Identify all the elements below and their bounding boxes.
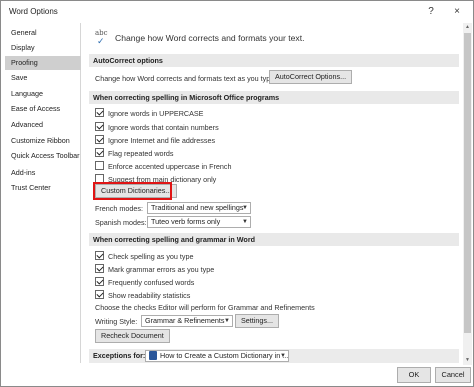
chevron-down-icon: ▼ [280, 353, 286, 359]
section-autocorrect: AutoCorrect options [89, 54, 459, 67]
sidebar-item-ease-of-access[interactable]: Ease of Access [5, 102, 81, 116]
writing-style-label: Writing Style: [95, 317, 138, 326]
checkbox-enforce-accented-uppercase[interactable] [95, 161, 104, 170]
close-button[interactable]: × [447, 4, 467, 20]
checkbox-label: Enforce accented uppercase in French [108, 162, 232, 171]
autocorrect-options-button[interactable]: AutoCorrect Options... [269, 70, 353, 84]
title-bar: Word Options ? × [1, 1, 473, 23]
scrollbar-thumb[interactable] [464, 33, 471, 333]
highlight-box [93, 182, 172, 200]
checkbox-label: Ignore Internet and file addresses [108, 136, 216, 145]
sidebar-item-language[interactable]: Language [5, 87, 81, 101]
window-title: Word Options [9, 7, 58, 16]
word-document-icon [149, 351, 157, 360]
checkbox-label: Mark grammar errors as you type [108, 265, 215, 274]
french-modes-dropdown[interactable]: Traditional and new spellings ▼ [147, 202, 251, 214]
scroll-down-arrow-icon[interactable]: ▼ [463, 356, 472, 365]
checkbox-ignore-uppercase[interactable] [95, 108, 104, 117]
writing-style-value: Grammar & Refinements [145, 316, 225, 325]
chevron-down-icon: ▼ [242, 205, 248, 211]
sidebar-item-proofing[interactable]: Proofing [5, 56, 81, 70]
settings-button[interactable]: Settings... [235, 314, 279, 328]
french-modes-label: French modes: [95, 204, 143, 213]
sidebar-item-customize-ribbon[interactable]: Customize Ribbon [5, 134, 81, 148]
spanish-modes-label: Spanish modes: [95, 218, 147, 227]
section-word-spelling: When correcting spelling and grammar in … [89, 233, 459, 246]
checkbox-readability-statistics[interactable] [95, 290, 104, 299]
checkbox-ignore-internet-addresses[interactable] [95, 135, 104, 144]
checkbox-mark-grammar-errors[interactable] [95, 264, 104, 273]
editor-description: Choose the checks Editor will perform fo… [95, 303, 315, 312]
chevron-down-icon: ▼ [224, 318, 230, 324]
checkbox-frequently-confused-words[interactable] [95, 277, 104, 286]
proofing-panel: abc ✓ Change how Word corrects and forma… [85, 23, 461, 365]
checkbox-ignore-numbers[interactable] [95, 122, 104, 131]
help-button[interactable]: ? [421, 4, 441, 20]
vertical-scrollbar[interactable]: ▲ ▼ [463, 23, 472, 365]
section-office-spelling: When correcting spelling in Microsoft Of… [89, 91, 459, 104]
sidebar-item-advanced[interactable]: Advanced [5, 118, 81, 132]
checkbox-label: Show readability statistics [108, 291, 191, 300]
chevron-down-icon: ▼ [242, 219, 248, 225]
sidebar-item-display[interactable]: Display [5, 41, 81, 55]
sidebar-item-add-ins[interactable]: Add-ins [5, 166, 81, 180]
checkbox-label: Ignore words in UPPERCASE [108, 109, 204, 118]
checkbox-label: Check spelling as you type [108, 252, 194, 261]
sidebar-item-general[interactable]: General [5, 26, 81, 40]
checkbox-check-spelling[interactable] [95, 251, 104, 260]
checkbox-flag-repeated-words[interactable] [95, 148, 104, 157]
page-header: Change how Word corrects and formats you… [115, 33, 305, 43]
autocorrect-description: Change how Word corrects and formats tex… [95, 74, 277, 83]
checkbox-label: Flag repeated words [108, 149, 174, 158]
recheck-document-button[interactable]: Recheck Document [95, 329, 170, 343]
exceptions-document-value: How to Create a Custom Dictionary in ... [160, 351, 289, 360]
sidebar-item-trust-center[interactable]: Trust Center [5, 181, 81, 195]
exceptions-label: Exceptions for: [93, 351, 146, 360]
sidebar-item-quick-access-toolbar[interactable]: Quick Access Toolbar [5, 149, 81, 163]
scroll-up-arrow-icon[interactable]: ▲ [463, 23, 472, 32]
spanish-modes-value: Tuteo verb forms only [151, 217, 221, 226]
word-options-dialog: Word Options ? × General Display Proofin… [0, 0, 474, 387]
french-modes-value: Traditional and new spellings [151, 203, 244, 212]
sidebar: General Display Proofing Save Language E… [5, 23, 81, 363]
spanish-modes-dropdown[interactable]: Tuteo verb forms only ▼ [147, 216, 251, 228]
exceptions-dropdown[interactable]: How to Create a Custom Dictionary in ...… [145, 350, 289, 362]
ok-button[interactable]: OK [397, 367, 431, 383]
checkbox-label: Frequently confused words [108, 278, 195, 287]
checkmark-icon: ✓ [97, 36, 105, 46]
cancel-button[interactable]: Cancel [435, 367, 471, 383]
writing-style-dropdown[interactable]: Grammar & Refinements ▼ [141, 315, 233, 327]
checkbox-label: Ignore words that contain numbers [108, 123, 219, 132]
sidebar-item-save[interactable]: Save [5, 71, 81, 85]
